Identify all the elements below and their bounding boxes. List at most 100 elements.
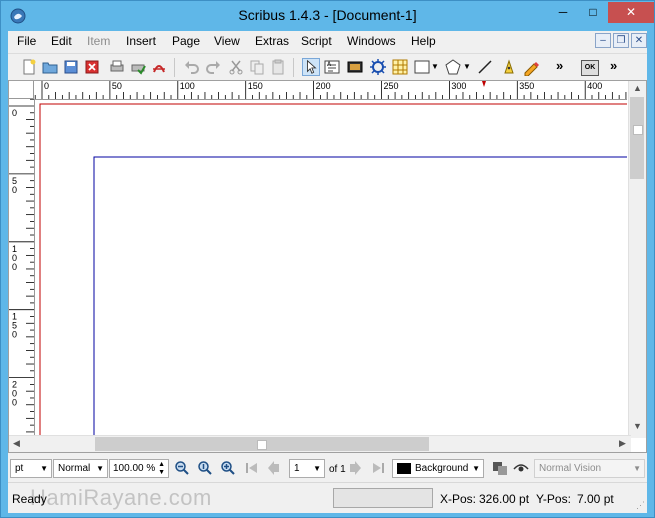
ruler-label: 300 xyxy=(451,81,466,91)
vertical-ruler[interactable]: 050100150200 xyxy=(9,99,35,438)
toolbar-overflow-button[interactable]: » xyxy=(556,58,563,73)
paste-icon xyxy=(272,59,284,75)
x-position-label: X-Pos: xyxy=(440,492,477,506)
text-frame-icon[interactable]: A xyxy=(323,58,341,76)
document-canvas: 0 50 100 150 200 250 300 350 400 0 50 100 150 200 ▲ … xyxy=(8,80,647,453)
toolbar-separator xyxy=(293,58,294,77)
ruler-label: 350 xyxy=(519,81,534,91)
line-icon[interactable] xyxy=(476,58,494,76)
preview-quality-select[interactable]: Normal ▼ xyxy=(53,459,108,478)
eye-icon[interactable] xyxy=(513,460,529,476)
page-view[interactable] xyxy=(35,100,627,438)
chevron-down-icon: ▼ xyxy=(313,464,321,473)
redo-icon xyxy=(206,61,220,74)
page-number-select[interactable]: 1 ▼ xyxy=(289,459,325,478)
ruler-label: 0 xyxy=(44,81,49,91)
polygon-dropdown-arrow[interactable]: ▼ xyxy=(463,62,471,71)
horizontal-scrollbar[interactable]: ◀ ▶ xyxy=(9,435,631,452)
mdi-close-button[interactable]: ✕ xyxy=(631,33,647,48)
horizontal-scroll-grip xyxy=(257,440,267,450)
application-window: Scribus 1.4.3 - [Document-1] ─ □ ✕ – ❐ ✕… xyxy=(0,0,655,518)
zoom-in-icon[interactable] xyxy=(220,460,236,476)
mdi-minimize-button[interactable]: – xyxy=(595,33,611,48)
copy-icon xyxy=(250,60,264,75)
toolbar-separator xyxy=(174,58,175,77)
polygon-icon[interactable] xyxy=(444,58,462,76)
resize-grip-icon[interactable]: ⋰ xyxy=(636,500,645,511)
view-toolbar: pt ▼ Normal ▼ 100.00 % ▲ ▼ 1 ▼ of 1 Backgroun… xyxy=(8,454,647,482)
menu-help[interactable]: Help xyxy=(411,34,436,48)
vertical-scroll-thumb[interactable] xyxy=(630,97,644,179)
bleed-line xyxy=(39,103,627,438)
vertical-scrollbar[interactable]: ▲ ▼ xyxy=(628,81,646,438)
image-frame-icon[interactable] xyxy=(346,58,364,76)
status-bar: HamiRayane.com Ready X-Pos: 326.00 pt Y-… xyxy=(8,482,647,513)
zoom-out-icon[interactable] xyxy=(174,460,190,476)
client-area: – ❐ ✕ File Edit Item Insert Page View Extras Sc… xyxy=(8,31,647,513)
page-count-label: of 1 xyxy=(329,464,346,475)
layer-select[interactable]: Background ▼ xyxy=(392,459,484,478)
menu-insert[interactable]: Insert xyxy=(126,34,156,48)
first-page-icon xyxy=(246,463,257,473)
ruler-corner[interactable] xyxy=(9,81,34,99)
unit-select[interactable]: pt ▼ xyxy=(10,459,52,478)
scroll-up-arrow[interactable]: ▲ xyxy=(633,83,642,93)
menu-file[interactable]: File xyxy=(17,34,36,48)
unit-value: pt xyxy=(15,463,24,474)
freehand-line-icon[interactable] xyxy=(522,58,540,76)
minimize-button[interactable]: ─ xyxy=(548,2,578,23)
margin-line xyxy=(93,156,627,438)
menu-bar: – ❐ ✕ File Edit Item Insert Page View Extras Sc… xyxy=(8,31,647,53)
previous-page-icon xyxy=(268,461,279,475)
chevron-down-icon: ▼ xyxy=(472,464,480,473)
chevron-down-icon: ▼ xyxy=(633,464,641,473)
render-frame-icon[interactable] xyxy=(369,58,387,76)
mdi-restore-button[interactable]: ❐ xyxy=(613,33,629,48)
scroll-left-arrow[interactable]: ◀ xyxy=(13,438,20,449)
horizontal-ruler[interactable]: 0 50 100 150 200 250 300 350 400 xyxy=(34,81,627,100)
export-pdf-icon[interactable] xyxy=(150,58,168,76)
x-position-value: 326.00 pt xyxy=(479,492,530,506)
print-icon[interactable] xyxy=(108,58,126,76)
page-number-value: 1 xyxy=(294,463,300,474)
menu-view[interactable]: View xyxy=(214,34,240,48)
preview-mode-icon[interactable] xyxy=(492,460,508,476)
ruler-label: 100 xyxy=(180,81,195,91)
ruler-label-digit: 0 xyxy=(12,398,17,408)
undo-icon xyxy=(185,61,199,74)
close-button[interactable]: ✕ xyxy=(608,2,654,23)
zoom-spin-icon[interactable]: ▲ ▼ xyxy=(158,461,165,477)
shape-dropdown-arrow[interactable]: ▼ xyxy=(431,62,439,71)
menu-page[interactable]: Page xyxy=(172,34,200,48)
zoom-100-icon[interactable] xyxy=(197,460,213,476)
shape-rectangle-icon[interactable] xyxy=(413,58,431,76)
menu-edit[interactable]: Edit xyxy=(51,34,72,48)
toolbar-overflow-button-2[interactable]: » xyxy=(610,58,617,73)
save-document-icon[interactable] xyxy=(62,58,80,76)
ruler-label-digit: 0 xyxy=(12,108,17,118)
maximize-button[interactable]: □ xyxy=(578,2,608,23)
ruler-label-digit: 0 xyxy=(12,185,17,195)
menu-script[interactable]: Script xyxy=(301,34,332,48)
zoom-input[interactable]: 100.00 % ▲ ▼ xyxy=(109,459,169,478)
bezier-curve-icon[interactable] xyxy=(500,58,518,76)
ruler-cursor-marker xyxy=(482,81,486,87)
open-document-icon[interactable] xyxy=(41,58,59,76)
y-position-label: Y-Pos: xyxy=(536,492,571,506)
layer-color-swatch xyxy=(397,462,411,474)
ruler-label: 250 xyxy=(384,81,399,91)
scroll-right-arrow[interactable]: ▶ xyxy=(619,438,626,449)
new-document-icon[interactable] xyxy=(20,58,38,76)
ruler-label: 400 xyxy=(587,81,602,91)
pdf-ok-button[interactable]: OK xyxy=(581,60,599,76)
preflight-verifier-icon[interactable] xyxy=(129,58,147,76)
close-document-icon[interactable] xyxy=(83,58,101,76)
main-toolbar: A ▼ ▼ » OK » xyxy=(8,53,647,80)
title-bar[interactable]: Scribus 1.4.3 - [Document-1] ─ □ ✕ xyxy=(1,1,654,31)
table-icon[interactable] xyxy=(391,58,409,76)
next-page-icon xyxy=(350,461,361,475)
scroll-down-arrow[interactable]: ▼ xyxy=(633,421,642,431)
menu-extras[interactable]: Extras xyxy=(255,34,289,48)
menu-windows[interactable]: Windows xyxy=(347,34,396,48)
select-item-icon[interactable] xyxy=(302,58,320,76)
